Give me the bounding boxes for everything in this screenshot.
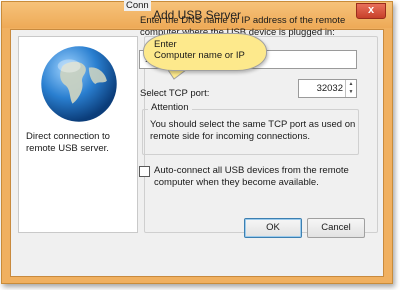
port-spin-buttons[interactable]: ▲ ▼ xyxy=(345,80,356,97)
spin-down-icon[interactable]: ▼ xyxy=(346,88,356,96)
ok-button[interactable]: OK xyxy=(244,218,302,238)
tooltip-text: Enter Computer name or IP xyxy=(154,39,264,61)
port-label: Select TCP port: xyxy=(140,88,210,99)
attention-caption: Attention xyxy=(148,102,192,113)
globe-icon xyxy=(41,46,117,122)
cancel-button[interactable]: Cancel xyxy=(307,218,365,238)
auto-connect-label[interactable]: Auto-connect all USB devices from the re… xyxy=(154,165,366,189)
connection-type-label: Direct connection to remote USB server. xyxy=(26,131,110,154)
tooltip-line-2: Computer name or IP xyxy=(154,50,245,61)
hint-tooltip: Enter Computer name or IP xyxy=(143,33,267,71)
auto-connect-checkbox[interactable] xyxy=(139,166,150,177)
attention-text: You should select the same TCP port as u… xyxy=(150,119,356,142)
port-stepper[interactable]: 32032 ▲ ▼ xyxy=(298,79,357,98)
connection-type-panel: Direct connection to remote USB server. xyxy=(18,36,138,233)
port-value[interactable]: 32032 xyxy=(317,83,343,94)
connection-group-caption: Conn xyxy=(124,0,151,11)
tooltip-line-1: Enter xyxy=(154,39,177,50)
spin-up-icon[interactable]: ▲ xyxy=(346,80,356,88)
